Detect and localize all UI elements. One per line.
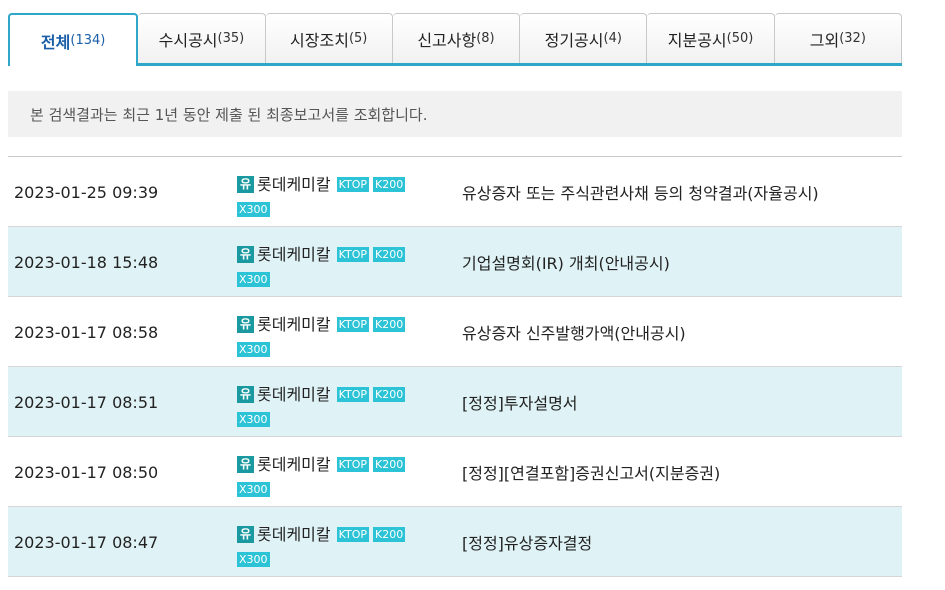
company-name-link[interactable]: 롯데케미칼 (257, 315, 331, 334)
tab-count: (32) (839, 31, 866, 46)
report-title-link[interactable]: 유상증자 또는 주식관련사채 등의 청약결과(자율공시) (462, 157, 819, 227)
tab-market-action[interactable]: 시장조치 (5) (265, 13, 393, 63)
index-badge: KTOP (336, 387, 369, 402)
index-badge: X300 (237, 411, 270, 427)
tab-label: 시장조치 (290, 30, 349, 50)
table-row: 2023-01-17 08:50 유 롯데케미칼 KTOP K200 X300 [정정… (8, 437, 902, 507)
submit-time: 2023-01-25 09:39 (14, 182, 159, 202)
tab-count: (50) (726, 31, 754, 46)
company-cell: 유 롯데케미칼 KTOP K200 X300 (237, 523, 437, 570)
company-name-link[interactable]: 롯데케미칼 (257, 385, 331, 404)
index-badge: KTOP (336, 177, 369, 192)
tab-label: 정기공시 (544, 30, 604, 50)
submit-time: 2023-01-17 08:47 (14, 532, 159, 552)
tab-label: 신고사항 (417, 30, 477, 50)
tab-count: (35) (217, 31, 245, 46)
index-badge: K200 (372, 247, 406, 262)
tab-equity-disclosure[interactable]: 지분공시 (50) (647, 13, 775, 63)
table-row: 2023-01-25 09:39 유 롯데케미칼 KTOP K200 X300 유상증… (8, 157, 902, 227)
submit-time: 2023-01-17 08:51 (14, 392, 159, 412)
tab-others[interactable]: 그외 (32) (774, 13, 902, 63)
company-cell: 유 롯데케미칼 KTOP K200 X300 (237, 173, 437, 220)
company-cell: 유 롯데케미칼 KTOP K200 X300 (237, 243, 437, 290)
index-badge: K200 (372, 527, 406, 542)
report-title-link[interactable]: [정정][연결포함]증권신고서(지분증권) (462, 437, 720, 507)
kospi-market-icon: 유 (237, 386, 254, 403)
index-badge: KTOP (336, 527, 369, 542)
report-title-link[interactable]: [정정]투자설명서 (462, 367, 578, 437)
company-cell: 유 롯데케미칼 KTOP K200 X300 (237, 313, 437, 360)
company-name-link[interactable]: 롯데케미칼 (257, 525, 331, 544)
index-badge: X300 (237, 481, 270, 497)
table-row: 2023-01-17 08:58 유 롯데케미칼 KTOP K200 X300 유상증… (8, 297, 902, 367)
tab-all[interactable]: 전체 (134) (8, 13, 139, 66)
report-title-link[interactable]: 기업설명회(IR) 개최(안내공시) (462, 227, 670, 297)
kospi-market-icon: 유 (237, 246, 254, 263)
kospi-market-icon: 유 (237, 176, 254, 193)
tab-count: (134) (70, 33, 106, 48)
index-badge: K200 (372, 457, 406, 472)
tab-count: (4) (603, 31, 622, 46)
report-title-link[interactable]: [정정]유상증자결정 (462, 507, 592, 577)
report-title-link[interactable]: 유상증자 신주발행가액(안내공시) (462, 297, 686, 367)
tab-label: 수시공시 (158, 30, 218, 50)
index-badge: K200 (372, 317, 406, 332)
table-row: 2023-01-17 08:51 유 롯데케미칼 KTOP K200 X300 [정정… (8, 367, 902, 437)
tab-report-items[interactable]: 신고사항 (8) (392, 13, 521, 63)
company-cell: 유 롯데케미칼 KTOP K200 X300 (237, 453, 437, 500)
tab-count: (5) (348, 31, 368, 46)
tab-label: 지분공시 (667, 30, 727, 50)
tab-periodic-disclosure[interactable]: 정기공시 (4) (520, 13, 648, 63)
tab-bar: 전체 (134) 수시공시 (35) 시장조치 (5) 신고사항 (8) 정기공시 (4)… (8, 13, 902, 66)
disclosure-panel: 전체 (134) 수시공시 (35) 시장조치 (5) 신고사항 (8) 정기공시 (4)… (0, 0, 945, 590)
kospi-market-icon: 유 (237, 316, 254, 333)
tab-label: 그외 (809, 30, 840, 50)
company-name-link[interactable]: 롯데케미칼 (257, 455, 331, 474)
company-name-link[interactable]: 롯데케미칼 (257, 245, 331, 264)
index-badge: X300 (237, 271, 270, 287)
company-name-link[interactable]: 롯데케미칼 (257, 175, 331, 194)
tab-occasional-disclosure[interactable]: 수시공시 (35) (138, 13, 266, 63)
submit-time: 2023-01-17 08:58 (14, 322, 159, 342)
kospi-market-icon: 유 (237, 526, 254, 543)
notice-text: 본 검색결과는 최근 1년 동안 제출 된 최종보고서를 조회합니다. (30, 105, 428, 124)
submit-time: 2023-01-18 15:48 (14, 252, 159, 272)
search-notice: 본 검색결과는 최근 1년 동안 제출 된 최종보고서를 조회합니다. (8, 91, 902, 137)
index-badge: KTOP (336, 317, 369, 332)
index-badge: K200 (372, 177, 406, 192)
index-badge: X300 (237, 201, 270, 217)
index-badge: X300 (237, 551, 270, 567)
index-badge: K200 (372, 387, 406, 402)
company-cell: 유 롯데케미칼 KTOP K200 X300 (237, 383, 437, 430)
disclosure-list: 2023-01-25 09:39 유 롯데케미칼 KTOP K200 X300 유상증… (8, 156, 902, 577)
submit-time: 2023-01-17 08:50 (14, 462, 159, 482)
kospi-market-icon: 유 (237, 456, 254, 473)
index-badge: X300 (237, 341, 270, 357)
table-row: 2023-01-18 15:48 유 롯데케미칼 KTOP K200 X300 기업설… (8, 227, 902, 297)
tab-count: (8) (476, 31, 495, 46)
table-row: 2023-01-17 08:47 유 롯데케미칼 KTOP K200 X300 [정정… (8, 507, 902, 577)
tab-label: 전체 (40, 32, 71, 52)
index-badge: KTOP (336, 457, 369, 472)
index-badge: KTOP (336, 247, 369, 262)
